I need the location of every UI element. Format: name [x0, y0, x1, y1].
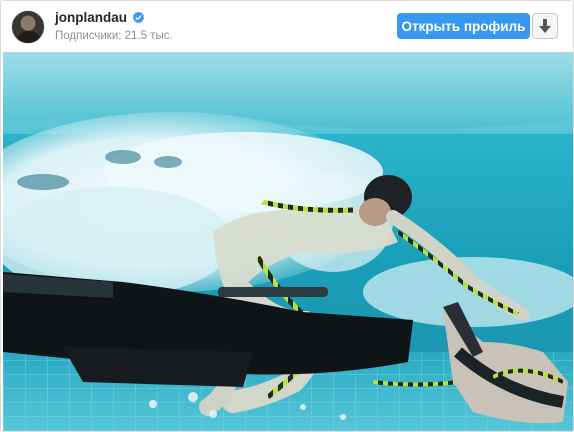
post-photo[interactable] — [3, 52, 573, 431]
embed-card: jonplandau Подписчики: 21.5 тыс. Открыть… — [0, 0, 574, 432]
open-profile-button[interactable]: Открыть профиль — [397, 13, 530, 39]
underwater-scene — [3, 52, 573, 431]
user-block: jonplandau Подписчики: 21.5 тыс. — [55, 10, 173, 44]
download-button[interactable] — [532, 13, 558, 39]
user-row: jonplandau — [55, 10, 173, 26]
username-link[interactable]: jonplandau — [55, 10, 127, 26]
avatar[interactable] — [11, 9, 45, 44]
arrow-down-icon — [539, 19, 551, 33]
verified-badge-icon — [132, 11, 145, 24]
followers-count: Подписчики: 21.5 тыс. — [55, 29, 173, 42]
post-header: jonplandau Подписчики: 21.5 тыс. Открыть… — [1, 1, 573, 52]
